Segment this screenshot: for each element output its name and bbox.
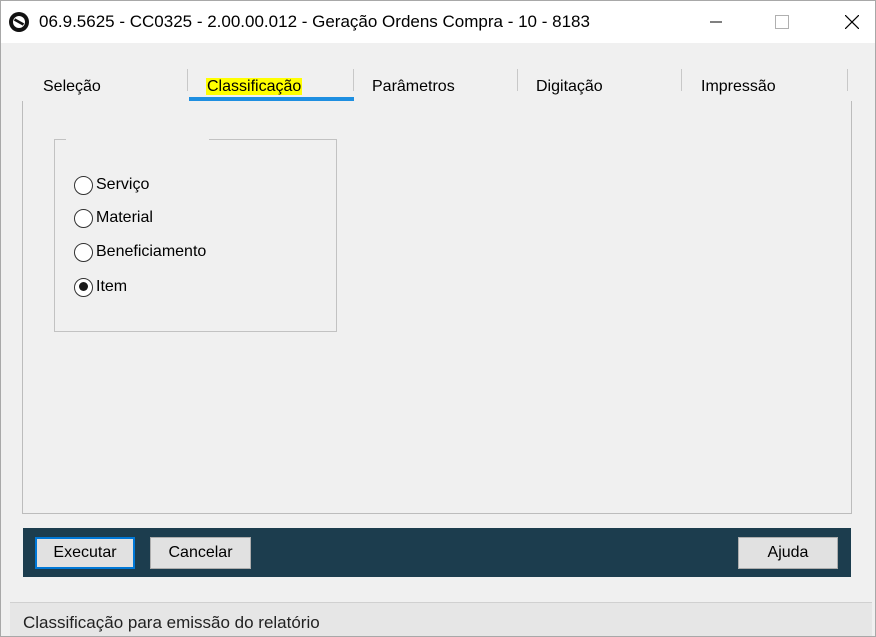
- classification-groupbox: [54, 139, 337, 332]
- close-icon: [845, 15, 859, 29]
- tab-separator: [187, 69, 188, 91]
- status-text: Classificação para emissão do relatório: [23, 613, 320, 632]
- radio-servico[interactable]: [74, 175, 93, 195]
- maximize-button[interactable]: [759, 1, 805, 43]
- radio-option-servico[interactable]: Serviço: [74, 174, 149, 196]
- tab-separator: [353, 69, 354, 91]
- cancel-button[interactable]: Cancelar: [150, 537, 251, 569]
- report-window: 06.9.5625 - CC0325 - 2.00.00.012 - Geraç…: [0, 0, 876, 637]
- title-bar: 06.9.5625 - CC0325 - 2.00.00.012 - Geraç…: [1, 1, 875, 43]
- help-button[interactable]: Ajuda: [738, 537, 838, 569]
- radio-option-beneficiamento[interactable]: Beneficiamento: [74, 241, 206, 263]
- app-logo-icon: [9, 12, 29, 32]
- minimize-button[interactable]: [693, 1, 739, 43]
- action-toolbar: Executar Cancelar Ajuda: [23, 528, 851, 577]
- close-button[interactable]: [829, 1, 875, 43]
- groupbox-caption-gap: [66, 137, 209, 141]
- radio-item[interactable]: [74, 277, 93, 297]
- execute-button[interactable]: Executar: [35, 537, 135, 569]
- tab-separator: [847, 69, 848, 91]
- minimize-icon: [710, 21, 722, 23]
- maximize-icon: [775, 15, 789, 29]
- status-bar: Classificação para emissão do relatório: [10, 602, 872, 636]
- radio-label-material: Material: [96, 209, 153, 226]
- tab-parametros[interactable]: Parâmetros: [372, 65, 455, 103]
- tab-separator: [517, 69, 518, 91]
- tab-impressao[interactable]: Impressão: [701, 65, 776, 103]
- radio-beneficiamento[interactable]: [74, 242, 93, 262]
- tab-classificacao-label: Classificação: [206, 78, 303, 95]
- radio-label-item: Item: [96, 278, 128, 295]
- radio-option-item[interactable]: Item: [74, 276, 127, 298]
- tab-digitacao[interactable]: Digitação: [536, 65, 603, 103]
- tab-selecao[interactable]: Seleção: [43, 65, 101, 103]
- tab-separator: [681, 69, 682, 91]
- window-title: 06.9.5625 - CC0325 - 2.00.00.012 - Geraç…: [39, 12, 590, 31]
- radio-label-beneficiamento: Beneficiamento: [96, 243, 207, 260]
- radio-label-servico: Serviço: [96, 176, 150, 193]
- radio-material[interactable]: [74, 208, 93, 228]
- tab-bar: Seleção Classificação Parâmetros Digitaç…: [1, 65, 875, 105]
- radio-option-material[interactable]: Material: [74, 207, 153, 229]
